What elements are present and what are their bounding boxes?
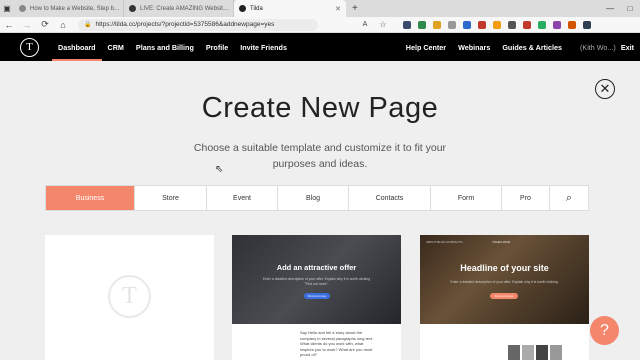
favicon-icon	[19, 5, 26, 12]
extension-icon[interactable]	[583, 20, 591, 29]
user-name[interactable]: (Kith Wo...)	[568, 33, 619, 61]
page-subtitle: Choose a suitable template and customize…	[193, 142, 447, 170]
extension-icon[interactable]	[523, 20, 531, 29]
extensions-bar	[396, 20, 591, 29]
template-image	[536, 345, 548, 360]
nav-plans-billing[interactable]: Plans and Billing	[130, 33, 200, 61]
exit-link[interactable]: Exit	[619, 33, 640, 61]
tilda-logo[interactable]: T	[20, 37, 39, 57]
tab-title: How to Make a Website, Step b…	[30, 5, 120, 12]
favicon-icon	[129, 5, 136, 12]
template-body-text: Say Hello and tell a story about the com…	[300, 330, 374, 357]
tab-store[interactable]: Store	[135, 186, 207, 210]
favicon-icon	[239, 5, 246, 12]
tab-business[interactable]: Business	[46, 186, 135, 210]
tab-contacts[interactable]: Contacts	[349, 186, 431, 210]
main-nav: Dashboard CRM Plans and Billing Profile …	[52, 33, 293, 61]
window-menu-icon[interactable]: ▣	[0, 0, 14, 17]
close-tab-icon[interactable]: ✕	[335, 5, 341, 13]
extension-icon[interactable]	[553, 20, 561, 29]
right-nav: Help Center Webinars Guides & Articles (…	[400, 33, 640, 61]
url-text: https://tilda.cc/projects/?projectid=537…	[95, 21, 275, 28]
template-description: Enter a detailed description of your off…	[262, 277, 371, 286]
extension-icon[interactable]	[403, 20, 411, 29]
category-tabs: Business Store Event Blog Contacts Form …	[45, 185, 589, 211]
help-button[interactable]: ?	[590, 316, 619, 345]
extension-icon[interactable]	[568, 20, 576, 29]
tab-form[interactable]: Form	[431, 186, 502, 210]
reload-icon[interactable]: ⟳	[36, 19, 54, 30]
extension-icon[interactable]	[493, 20, 501, 29]
nav-profile[interactable]: Profile	[200, 33, 234, 61]
nav-help-center[interactable]: Help Center	[400, 33, 452, 61]
browser-tab[interactable]: LIVE: Create AMAZING Websit…	[124, 0, 234, 17]
template-headline: Add an attractive offer	[276, 263, 357, 272]
browser-tab-active[interactable]: Tilda ✕	[234, 0, 346, 17]
blank-page-logo: T	[108, 275, 151, 318]
browser-tab[interactable]: How to Make a Website, Step b…	[14, 0, 124, 17]
nav-guides-articles[interactable]: Guides & Articles	[496, 33, 568, 61]
template-button: Find out more	[490, 293, 518, 299]
template-preview: ABOUT BLOG CONTACTS YOUR LOGO Headline o…	[420, 235, 589, 324]
template-button: Find out more	[304, 293, 330, 299]
favorite-star-icon[interactable]: ☆	[374, 20, 392, 29]
read-aloud-icon[interactable]: A	[356, 21, 374, 28]
page-title: Create New Page	[201, 92, 439, 124]
nav-crm[interactable]: CRM	[102, 33, 130, 61]
new-tab-button[interactable]: +	[346, 3, 364, 14]
template-image	[522, 345, 534, 360]
address-bar: ← → ⟳ ⌂ 🔒 https://tilda.cc/projects/?pro…	[0, 17, 640, 33]
extension-icon[interactable]	[463, 20, 471, 29]
home-icon[interactable]: ⌂	[54, 20, 72, 30]
template-card-blank[interactable]: T	[45, 235, 214, 360]
tab-blog[interactable]: Blog	[278, 186, 349, 210]
search-icon[interactable]: ⌕	[550, 186, 588, 210]
template-nav: ABOUT BLOG CONTACTS	[426, 240, 463, 244]
template-description: Enter a detailed description of your off…	[450, 280, 559, 284]
extension-icon[interactable]	[448, 20, 456, 29]
template-headline: Headline of your site	[460, 263, 549, 273]
tab-event[interactable]: Event	[207, 186, 278, 210]
template-card-headline[interactable]: ABOUT BLOG CONTACTS YOUR LOGO Headline o…	[420, 235, 589, 360]
tab-title: LIVE: Create AMAZING Websit…	[140, 5, 229, 12]
mouse-cursor-icon: ⇖	[215, 164, 224, 175]
extension-icon[interactable]	[433, 20, 441, 29]
template-image	[508, 345, 520, 360]
extension-icon[interactable]	[478, 20, 486, 29]
nav-webinars[interactable]: Webinars	[452, 33, 496, 61]
template-image	[550, 345, 562, 360]
back-icon[interactable]: ←	[0, 20, 18, 30]
browser-tab-bar: ▣ How to Make a Website, Step b… LIVE: C…	[0, 0, 640, 17]
lock-icon: 🔒	[84, 22, 92, 28]
extension-icon[interactable]	[538, 20, 546, 29]
forward-icon[interactable]: →	[18, 20, 36, 30]
tilda-header: T Dashboard CRM Plans and Billing Profil…	[0, 33, 640, 61]
minimize-icon[interactable]: —	[600, 0, 620, 17]
extension-icon[interactable]	[508, 20, 516, 29]
tab-title: Tilda	[250, 5, 263, 12]
tab-pro[interactable]: Pro	[502, 186, 550, 210]
nav-invite-friends[interactable]: Invite Friends	[234, 33, 293, 61]
template-preview: Add an attractive offer Enter a detailed…	[232, 235, 401, 324]
nav-dashboard[interactable]: Dashboard	[52, 33, 102, 61]
template-brand: YOUR LOGO	[492, 240, 511, 244]
template-card-offer[interactable]: Add an attractive offer Enter a detailed…	[232, 235, 401, 360]
maximize-icon[interactable]: □	[620, 0, 640, 17]
url-field[interactable]: 🔒 https://tilda.cc/projects/?projectid=5…	[78, 18, 318, 31]
extension-icon[interactable]	[418, 20, 426, 29]
